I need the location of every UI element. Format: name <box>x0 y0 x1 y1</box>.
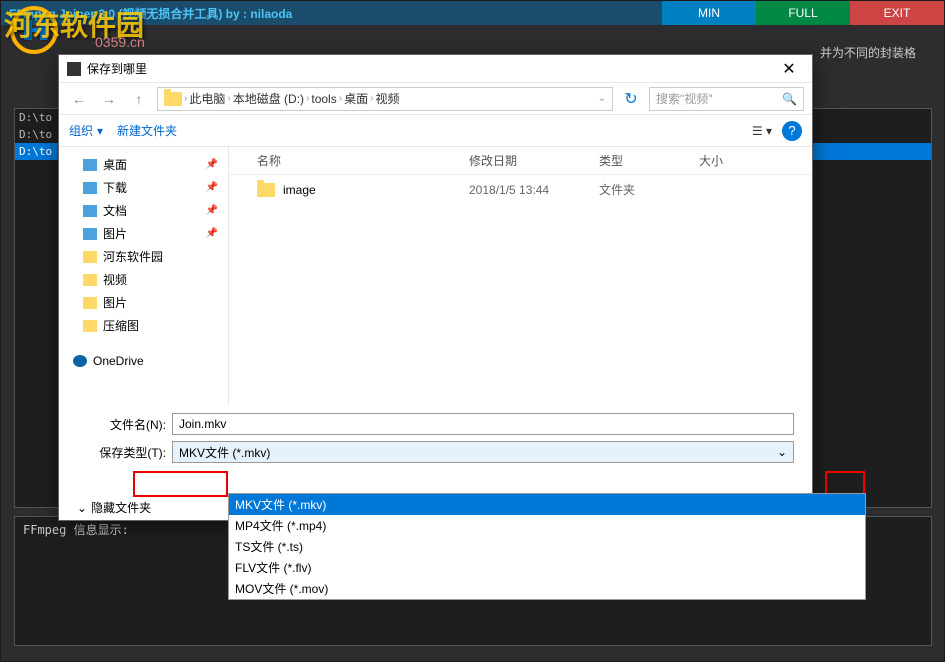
close-button[interactable]: ✕ <box>774 57 804 81</box>
file-list-header: 名称 修改日期 类型 大小 <box>229 147 812 175</box>
search-placeholder: 搜索"视频" <box>656 90 713 107</box>
column-header-name[interactable]: 名称 <box>229 152 469 169</box>
search-icon: 🔍 <box>782 92 797 106</box>
table-row[interactable]: image 2018/1/5 13:44 文件夹 <box>229 175 812 204</box>
breadcrumb-item[interactable]: 此电脑 <box>189 90 225 107</box>
dropdown-option[interactable]: MOV文件 (*.mov) <box>229 578 865 599</box>
pin-icon: 📌 <box>206 159 218 170</box>
dropdown-option[interactable]: TS文件 (*.ts) <box>229 536 865 557</box>
cloud-icon <box>73 355 87 367</box>
dropdown-option[interactable]: FLV文件 (*.flv) <box>229 557 865 578</box>
watermark-url: 0359.cn <box>95 34 145 50</box>
column-header-size[interactable]: 大小 <box>699 152 769 169</box>
sidebar-item-folder[interactable]: 图片 <box>59 291 228 314</box>
file-list-view[interactable]: 名称 修改日期 类型 大小 image 2018/1/5 13:44 文件夹 <box>229 147 812 405</box>
sidebar-item-downloads[interactable]: 下载📌 <box>59 176 228 199</box>
download-icon <box>83 182 97 194</box>
dialog-nav-bar: ← → ↑ › 此电脑 › 本地磁盘 (D:) › tools › 桌面 › 视… <box>59 83 812 115</box>
save-file-dialog: 保存到哪里 ✕ ← → ↑ › 此电脑 › 本地磁盘 (D:) › tools … <box>58 54 813 521</box>
breadcrumb-item[interactable]: tools <box>311 92 336 106</box>
pin-icon: 📌 <box>206 182 218 193</box>
documents-icon <box>83 205 97 217</box>
search-input[interactable]: 搜索"视频" 🔍 <box>649 87 804 111</box>
sidebar-item-desktop[interactable]: 桌面📌 <box>59 153 228 176</box>
breadcrumb-item[interactable]: 桌面 <box>344 90 368 107</box>
sidebar-item-folder[interactable]: 压缩图 <box>59 314 228 337</box>
view-mode-button[interactable]: ☰ ▾ <box>752 124 772 138</box>
dropdown-option[interactable]: MP4文件 (*.mp4) <box>229 515 865 536</box>
new-folder-button[interactable]: 新建文件夹 <box>117 122 177 139</box>
breadcrumb-item[interactable]: 本地磁盘 (D:) <box>233 90 304 107</box>
folder-icon <box>83 297 97 309</box>
pin-icon: 📌 <box>206 228 218 239</box>
column-header-type[interactable]: 类型 <box>599 152 699 169</box>
filename-label: 文件名(N): <box>77 416 172 433</box>
chevron-right-icon: › <box>370 93 373 104</box>
chevron-down-icon[interactable]: ⌄ <box>598 93 606 104</box>
fullscreen-button[interactable]: FULL <box>756 1 850 25</box>
pictures-icon <box>83 228 97 240</box>
info-label: FFmpeg 信息显示: <box>23 523 129 537</box>
dialog-toolbar: 组织 ▾ 新建文件夹 ☰ ▾ ? <box>59 115 812 147</box>
dialog-sidebar: 桌面📌 下载📌 文档📌 图片📌 河东软件园 视频 图片 压缩图 OneDrive <box>59 147 229 405</box>
exit-button[interactable]: EXIT <box>850 1 944 25</box>
nav-forward-button[interactable]: → <box>97 87 121 111</box>
dialog-title: 保存到哪里 <box>87 60 774 77</box>
desktop-icon <box>83 159 97 171</box>
chevron-down-icon: ⌄ <box>77 501 87 515</box>
sidebar-item-documents[interactable]: 文档📌 <box>59 199 228 222</box>
nav-back-button[interactable]: ← <box>67 87 91 111</box>
chevron-down-icon: ⌄ <box>777 445 787 459</box>
dialog-icon <box>67 62 81 76</box>
sidebar-item-folder[interactable]: 视频 <box>59 268 228 291</box>
breadcrumb[interactable]: › 此电脑 › 本地磁盘 (D:) › tools › 桌面 › 视频 ⌄ <box>157 87 613 111</box>
sidebar-item-folder[interactable]: 河东软件园 <box>59 245 228 268</box>
folder-icon <box>164 92 182 106</box>
nav-up-button[interactable]: ↑ <box>127 87 151 111</box>
column-header-date[interactable]: 修改日期 <box>469 152 599 169</box>
folder-icon <box>83 320 97 332</box>
chevron-down-icon: ▾ <box>97 124 103 138</box>
chevron-right-icon: › <box>184 93 187 104</box>
chevron-right-icon: › <box>306 93 309 104</box>
filetype-label: 保存类型(T): <box>77 444 172 461</box>
chevron-right-icon: › <box>227 93 230 104</box>
filetype-dropdown: MKV文件 (*.mkv) MP4文件 (*.mp4) TS文件 (*.ts) … <box>228 493 866 600</box>
help-button[interactable]: ? <box>782 121 802 141</box>
pin-icon: 📌 <box>206 205 218 216</box>
sidebar-item-onedrive[interactable]: OneDrive <box>59 351 228 371</box>
dropdown-option[interactable]: MKV文件 (*.mkv) <box>229 494 865 515</box>
filetype-select[interactable]: MKV文件 (*.mkv) ⌄ <box>172 441 794 463</box>
folder-icon <box>257 183 275 197</box>
organize-button[interactable]: 组织 ▾ <box>69 122 103 139</box>
folder-icon <box>83 274 97 286</box>
folder-icon <box>83 251 97 263</box>
breadcrumb-item[interactable]: 视频 <box>375 90 399 107</box>
dialog-body: 桌面📌 下载📌 文档📌 图片📌 河东软件园 视频 图片 压缩图 OneDrive… <box>59 147 812 405</box>
filename-input[interactable] <box>172 413 794 435</box>
minimize-button[interactable]: MIN <box>662 1 756 25</box>
hide-folders-toggle[interactable]: ⌄ 隐藏文件夹 <box>77 499 151 516</box>
hint-text: 并为不同的封装格 <box>820 44 916 61</box>
refresh-button[interactable]: ↻ <box>619 89 643 109</box>
dialog-titlebar: 保存到哪里 ✕ <box>59 55 812 83</box>
sidebar-item-pictures[interactable]: 图片📌 <box>59 222 228 245</box>
chevron-right-icon: › <box>339 93 342 104</box>
